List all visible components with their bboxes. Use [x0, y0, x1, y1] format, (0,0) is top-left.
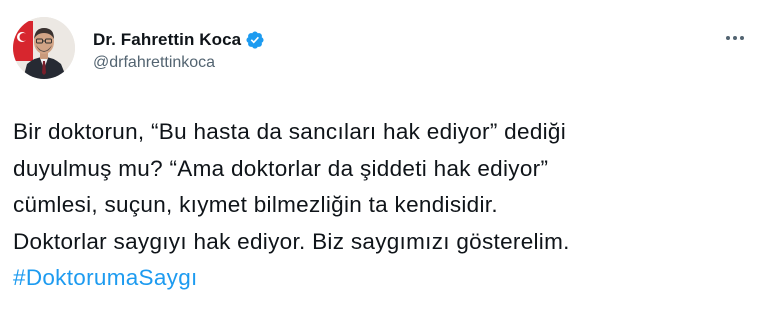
more-dot	[740, 36, 744, 40]
tweet-card: Dr. Fahrettin Koca @drfahrettinkoca Bir …	[0, 0, 770, 310]
avatar-image	[13, 17, 75, 79]
tweet-text-line: Bir doktorun, “Bu hasta da sancıları hak…	[13, 119, 567, 144]
tweet-text-line: duyulmuş mu? “Ama doktorlar da şiddeti h…	[13, 155, 549, 181]
display-name[interactable]: Dr. Fahrettin Koca	[93, 30, 241, 50]
hashtag-link[interactable]: #DoktorumaSaygı	[13, 260, 198, 297]
tweet-text-line: cümlesi, suçun, kıymet bilmezliğin ta ke…	[13, 192, 498, 217]
more-dot	[733, 36, 737, 40]
tweet-text: Bir doktorun, “Bu hasta da sancıları hak…	[13, 114, 753, 297]
user-handle[interactable]: @drfahrettinkoca	[93, 54, 265, 72]
tweet-header: Dr. Fahrettin Koca @drfahrettinkoca	[93, 28, 265, 72]
verified-badge-icon	[245, 30, 265, 50]
more-dot	[726, 36, 730, 40]
more-options-icon[interactable]	[720, 28, 750, 48]
avatar[interactable]	[13, 17, 75, 79]
tweet-text-line: Doktorlar saygıyı hak ediyor. Biz saygım…	[13, 228, 570, 254]
name-row: Dr. Fahrettin Koca	[93, 28, 265, 52]
